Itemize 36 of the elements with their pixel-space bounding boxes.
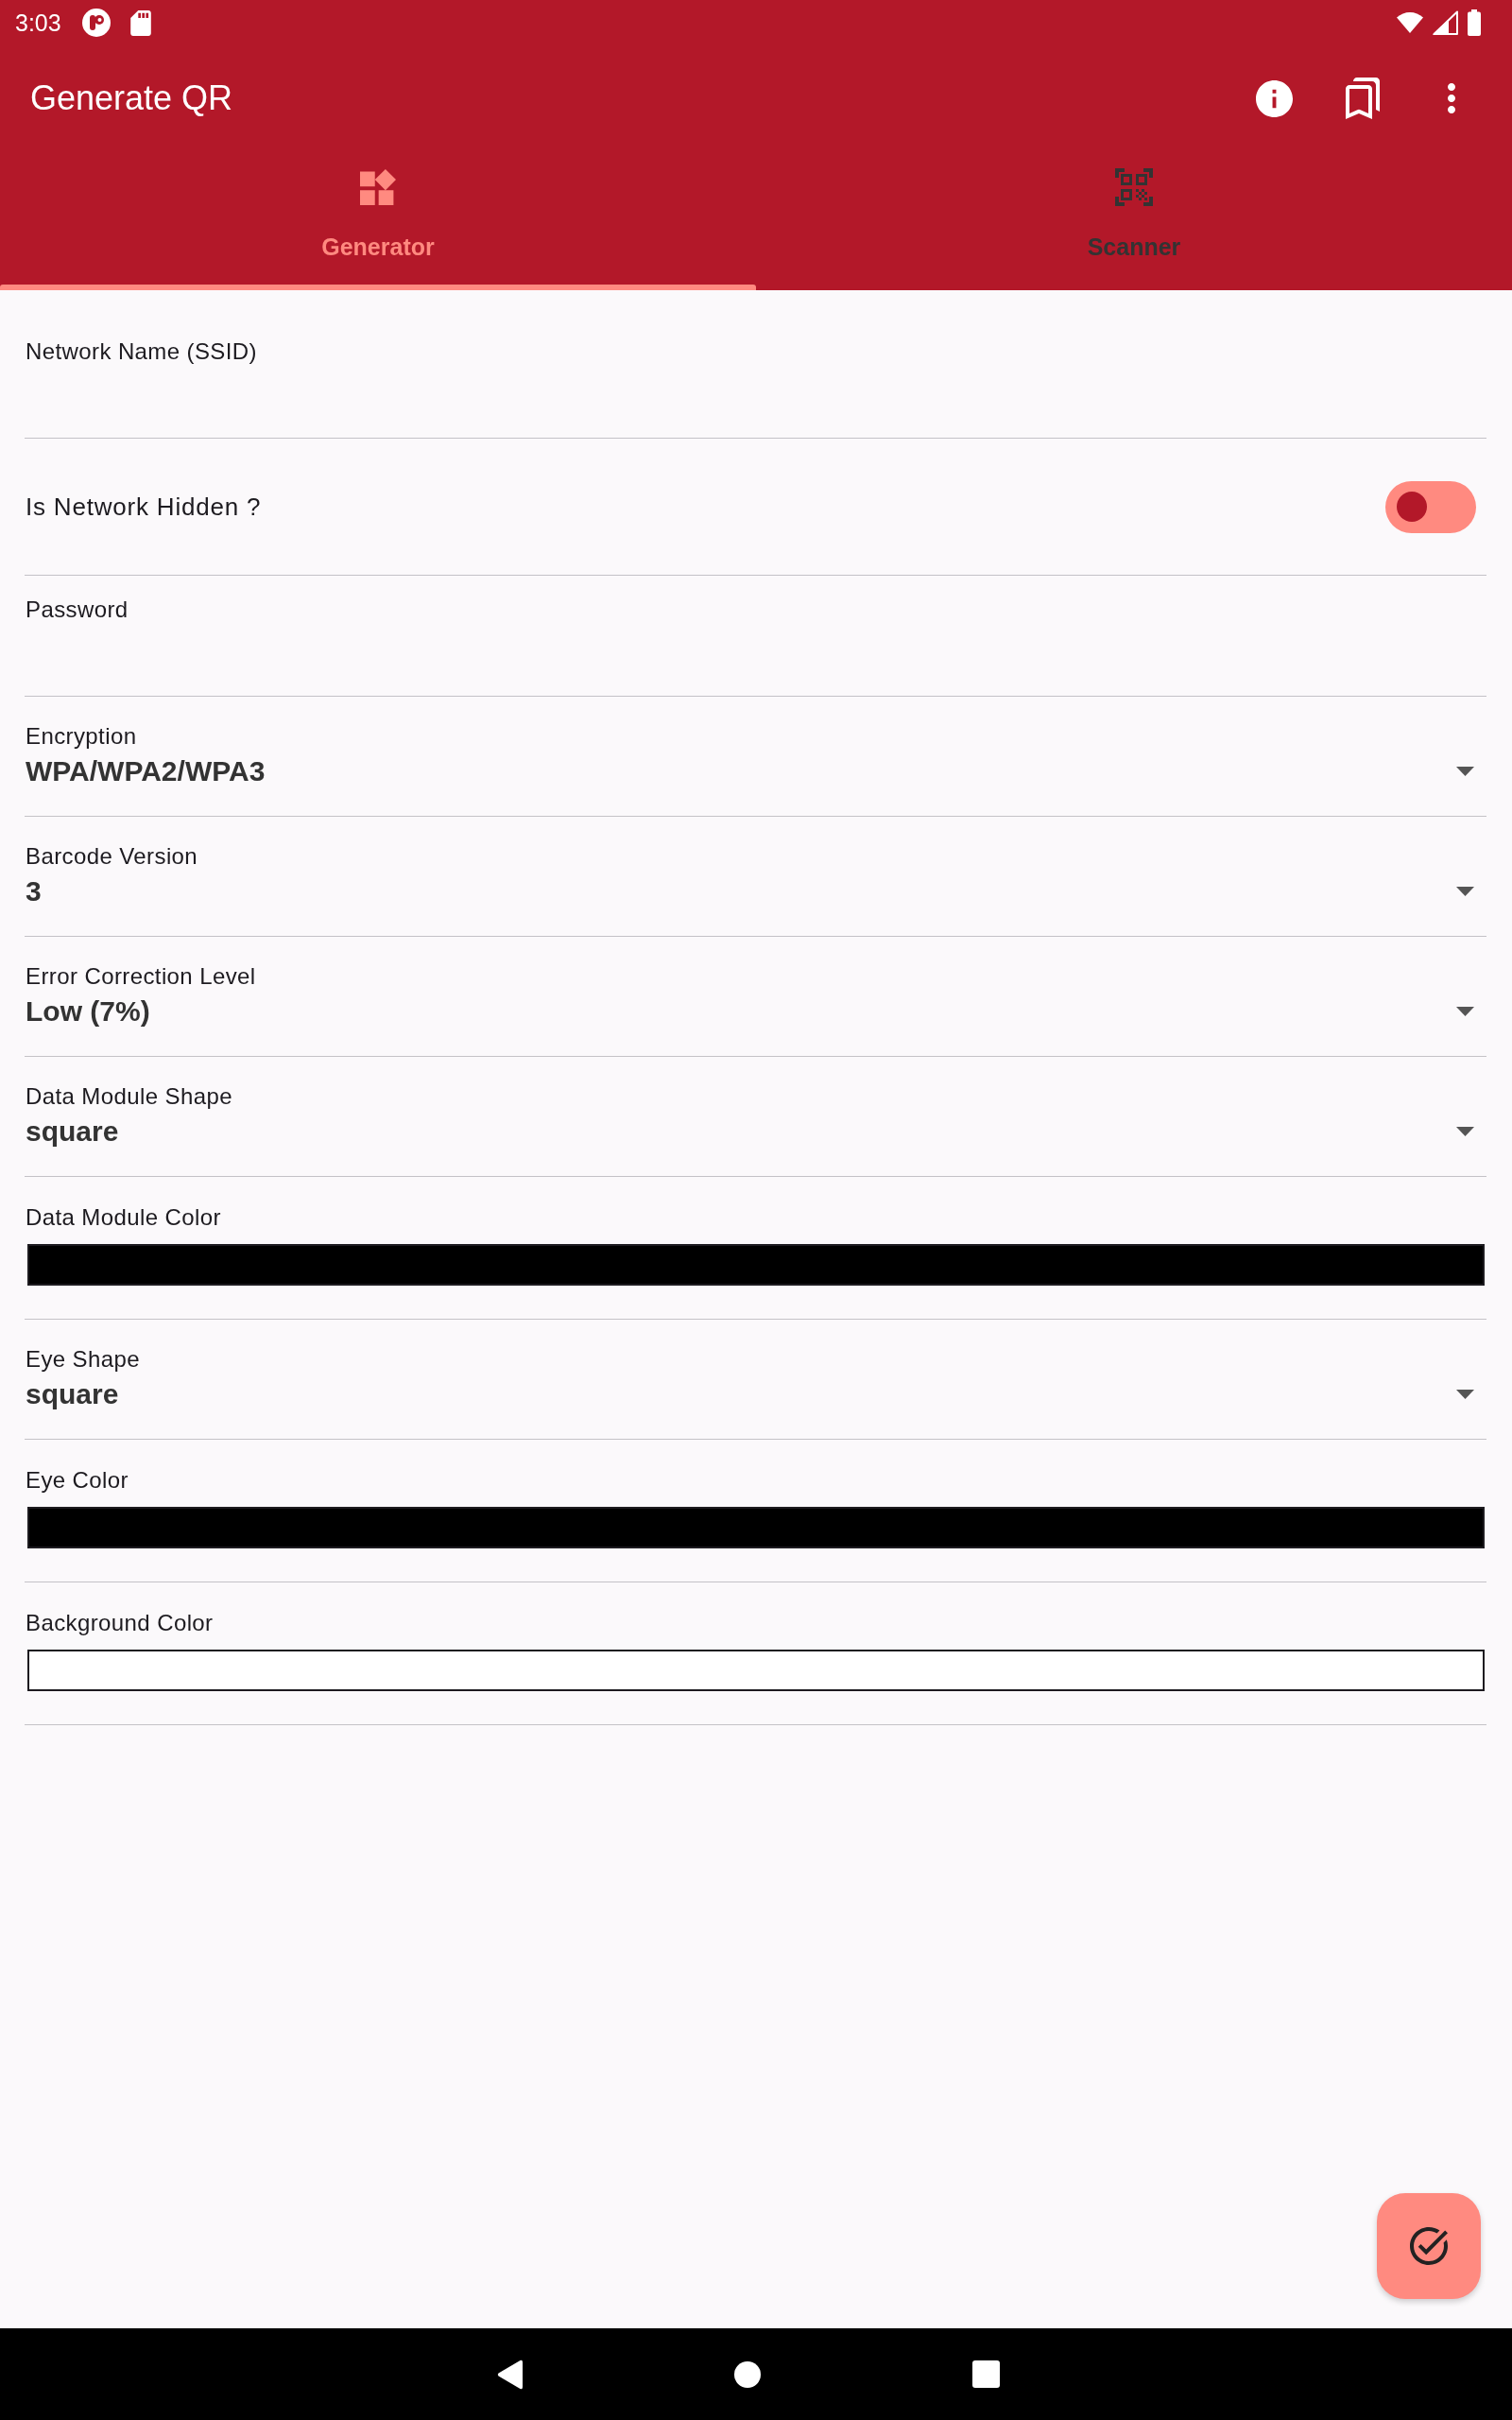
more-options-icon[interactable] bbox=[1448, 83, 1455, 113]
back-icon[interactable] bbox=[496, 2359, 523, 2390]
home-icon[interactable] bbox=[734, 2360, 761, 2388]
caret-icon bbox=[1456, 767, 1474, 776]
field-label: Data Module Color bbox=[25, 1204, 222, 1231]
color-swatch[interactable] bbox=[27, 1650, 1485, 1691]
dropdown[interactable]: Barcode Version 3 bbox=[25, 817, 1486, 937]
app-title: Generate QR bbox=[30, 78, 234, 119]
status-time: 3:03 bbox=[15, 9, 61, 37]
caret-icon bbox=[1456, 1007, 1474, 1016]
text-field[interactable]: Password bbox=[25, 576, 1486, 697]
signal-icon bbox=[1433, 10, 1458, 35]
confirm-button[interactable] bbox=[1377, 2193, 1481, 2299]
recents-icon[interactable] bbox=[971, 2360, 1000, 2388]
switch-label: Is Network Hidden ? bbox=[25, 492, 263, 522]
caret-icon bbox=[1456, 887, 1474, 896]
wifi-icon bbox=[1397, 12, 1423, 33]
notification-app-icon bbox=[81, 9, 111, 37]
caret-icon bbox=[1456, 1390, 1474, 1399]
toggle-switch[interactable] bbox=[1385, 480, 1476, 533]
info-icon[interactable] bbox=[1255, 79, 1293, 117]
dropdown[interactable]: Data Module Shape square bbox=[25, 1057, 1486, 1177]
field-label: Eye Color bbox=[25, 1467, 129, 1494]
dropdown[interactable]: Eye Shape square bbox=[25, 1320, 1486, 1440]
sd-card-icon bbox=[129, 9, 151, 36]
color-swatch[interactable] bbox=[27, 1507, 1485, 1548]
qr-scanner-icon bbox=[1115, 168, 1153, 206]
color-swatch[interactable] bbox=[27, 1244, 1485, 1286]
text-field[interactable]: Network Name (SSID) bbox=[25, 318, 1486, 439]
caret-icon bbox=[1456, 1127, 1474, 1136]
dropdown[interactable]: Encryption WPA/WPA2/WPA3 bbox=[25, 697, 1486, 817]
battery-icon bbox=[1468, 9, 1481, 36]
dropdown[interactable]: Error Correction Level Low (7%) bbox=[25, 937, 1486, 1057]
bookmarks-icon[interactable] bbox=[1346, 78, 1380, 119]
widgets-icon bbox=[360, 169, 396, 205]
field-label: Background Color bbox=[25, 1610, 215, 1636]
